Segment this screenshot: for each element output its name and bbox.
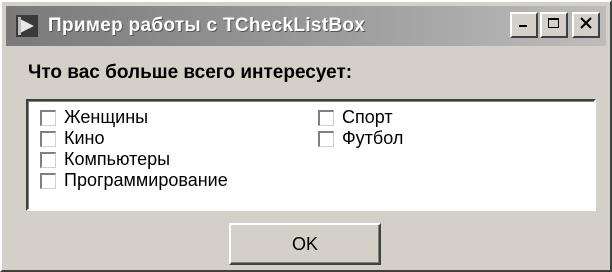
close-button[interactable] [572,12,600,38]
item-label: Футбол [342,128,404,148]
item-label: Спорт [342,107,393,127]
checkbox[interactable] [40,109,56,126]
title-buttons [508,12,600,38]
item-label: Кино [64,128,105,148]
checkbox[interactable] [318,130,334,147]
window-title: Пример работы с TCheckListBox [48,15,366,36]
list-item[interactable]: Спорт [318,107,403,128]
checkbox[interactable] [40,151,56,168]
minimize-icon [517,16,531,34]
close-icon [579,16,593,34]
checkbox[interactable] [318,109,334,126]
check-list-box[interactable]: Женщины Кино Компьютеры Программирование… [26,99,596,211]
list-item[interactable]: Программирование [40,170,228,191]
title-bar[interactable]: Пример работы с TCheckListBox [6,6,606,46]
checklist-column-1: Женщины Кино Компьютеры Программирование [40,107,228,191]
dialog-window: Пример работы с TCheckListBox Что вас бо… [0,0,612,272]
list-item[interactable]: Футбол [318,128,403,149]
checkbox[interactable] [40,130,56,147]
list-item[interactable]: Кино [40,128,228,149]
item-label: Программирование [64,170,228,190]
app-icon[interactable] [12,11,42,41]
minimize-button[interactable] [510,12,538,38]
item-label: Женщины [64,107,149,127]
prompt-label: Что вас больше всего интересует: [28,62,353,83]
item-label: Компьютеры [64,149,171,169]
ok-button[interactable]: OK [229,223,381,265]
checklist-column-2: Спорт Футбол [318,107,403,149]
maximize-icon [547,16,561,34]
list-item[interactable]: Женщины [40,107,228,128]
list-item[interactable]: Компьютеры [40,149,228,170]
checkbox[interactable] [40,172,56,189]
maximize-button[interactable] [540,12,568,38]
